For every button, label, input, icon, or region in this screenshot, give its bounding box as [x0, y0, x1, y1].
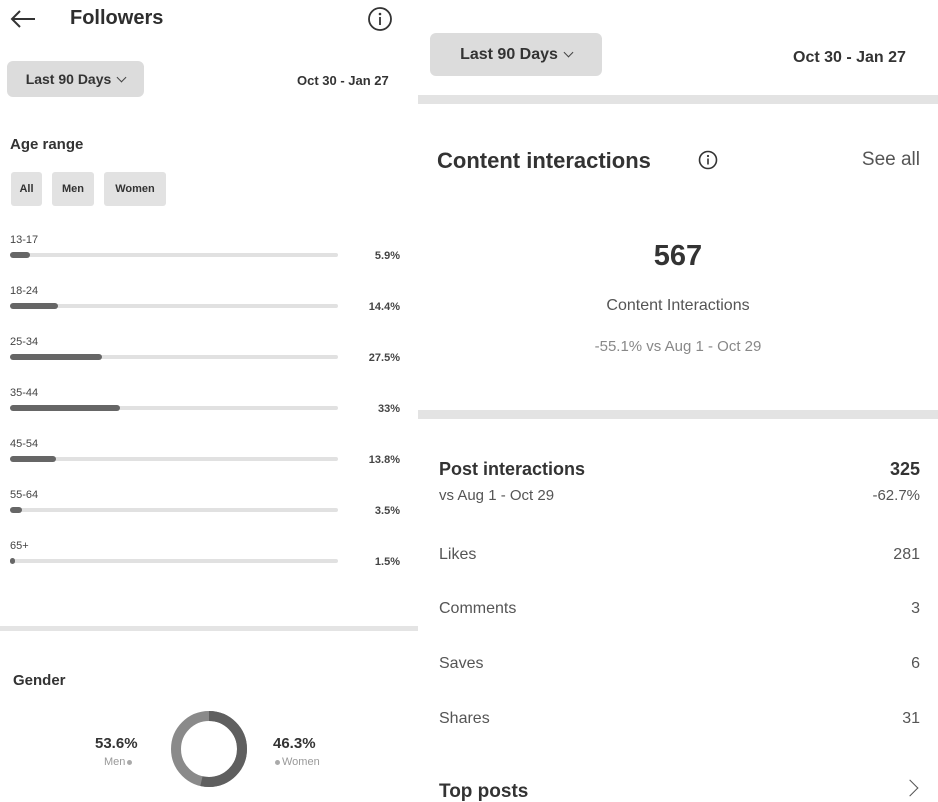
date-filter-label: Last 90 Days	[460, 45, 558, 63]
age-bar-fill	[10, 558, 15, 564]
gender-women-label: Women	[282, 756, 320, 768]
age-percent: 13.8%	[368, 454, 400, 466]
age-label: 13-17	[10, 234, 39, 246]
metric-likes-value: 281	[893, 546, 920, 563]
age-percent: 33%	[377, 403, 400, 415]
age-percent: 3.5%	[374, 505, 400, 517]
metric-comments-label: Comments	[439, 600, 517, 617]
date-filter-button[interactable]: Last 90 Days	[430, 33, 602, 76]
metric-likes-label: Likes	[439, 546, 477, 563]
date-range: Oct 30 - Jan 27	[297, 73, 389, 88]
chevron-down-icon	[563, 47, 574, 58]
metric-saves-label: Saves	[439, 655, 484, 672]
age-percent: 14.4%	[368, 301, 400, 313]
date-filter-button[interactable]: Last 90 Days	[7, 61, 144, 97]
age-row-13-17: 13-17 5.9%	[10, 234, 405, 274]
section-divider	[0, 626, 418, 631]
age-label: 55-64	[10, 489, 39, 501]
legend-dot-icon	[127, 759, 133, 765]
age-bar-track	[10, 354, 338, 360]
chevron-down-icon	[116, 72, 127, 82]
content-interactions-panel: Last 90 Days Oct 30 - Jan 27 Content int…	[418, 0, 938, 802]
age-bar-fill	[10, 303, 58, 309]
followers-panel: Followers Last 90 Days Oct 30 - Jan 27 A…	[0, 0, 418, 802]
see-all-link[interactable]: See all	[862, 149, 920, 171]
age-range-title: Age range	[10, 136, 84, 153]
filter-women-button[interactable]: Women	[104, 172, 166, 206]
metric-shares-label: Shares	[439, 710, 490, 727]
age-row-45-54: 45-54 13.8%	[10, 438, 405, 478]
top-posts-link[interactable]: Top posts	[439, 781, 528, 802]
age-percent: 5.9%	[374, 250, 400, 262]
age-label: 45-54	[10, 438, 39, 450]
gender-men-label: Men	[104, 756, 126, 768]
date-filter-label: Last 90 Days	[25, 71, 112, 87]
content-interactions-total: 567	[653, 240, 703, 272]
filter-all-button[interactable]: All	[11, 172, 42, 206]
chevron-right-icon[interactable]	[901, 779, 919, 797]
age-label: 18-24	[10, 285, 39, 297]
gender-women-legend: Women	[273, 756, 320, 768]
gender-women-value: 46.3%	[273, 735, 316, 752]
content-interactions-comparison: -55.1% vs Aug 1 - Oct 29	[594, 338, 762, 355]
age-row-35-44: 35-44 33%	[10, 387, 405, 427]
age-bar-track	[10, 405, 338, 411]
date-range: Oct 30 - Jan 27	[793, 49, 906, 66]
metric-shares-value: 31	[902, 710, 920, 727]
post-interactions-value: 325	[889, 459, 920, 479]
filter-men-button[interactable]: Men	[52, 172, 94, 206]
age-bar-track	[10, 507, 338, 513]
gender-men-value: 53.6%	[95, 735, 138, 752]
age-bar-fill	[10, 252, 30, 258]
age-label: 35-44	[10, 387, 39, 399]
back-arrow-icon[interactable]	[8, 6, 38, 32]
page-title: Followers	[70, 7, 164, 29]
age-label: 65+	[10, 540, 29, 552]
content-interactions-title: Content interactions	[437, 148, 651, 173]
section-divider	[418, 95, 938, 104]
info-icon[interactable]	[698, 150, 718, 170]
gender-title: Gender	[13, 672, 66, 689]
age-row-18-24: 18-24 14.4%	[10, 285, 405, 325]
age-percent: 27.5%	[368, 352, 400, 364]
post-interactions-change: -62.7%	[872, 487, 920, 504]
info-icon[interactable]	[367, 6, 393, 32]
age-bar-track	[10, 303, 338, 309]
age-bar-fill	[10, 456, 56, 462]
metric-saves-value: 6	[911, 655, 920, 672]
age-percent: 1.5%	[374, 556, 400, 568]
post-interactions-comparison: vs Aug 1 - Oct 29	[439, 487, 555, 504]
age-bar-track	[10, 252, 338, 258]
gender-donut-chart	[171, 711, 247, 787]
metric-comments-value: 3	[911, 600, 920, 617]
age-bar-track	[10, 558, 338, 564]
gender-men-legend: Men	[104, 756, 134, 768]
age-bar-fill	[10, 507, 22, 513]
content-interactions-label: Content Interactions	[606, 297, 750, 314]
age-bar-fill	[10, 405, 120, 411]
age-bar-track	[10, 456, 338, 462]
legend-dot-icon	[275, 759, 280, 765]
age-row-55-64: 55-64 3.5%	[10, 489, 405, 529]
age-bar-fill	[10, 354, 102, 360]
section-divider	[418, 410, 938, 419]
age-row-25-34: 25-34 27.5%	[10, 336, 405, 376]
age-row-65-plus: 65+ 1.5%	[10, 540, 405, 580]
post-interactions-title: Post interactions	[439, 459, 586, 479]
age-label: 25-34	[10, 336, 39, 348]
